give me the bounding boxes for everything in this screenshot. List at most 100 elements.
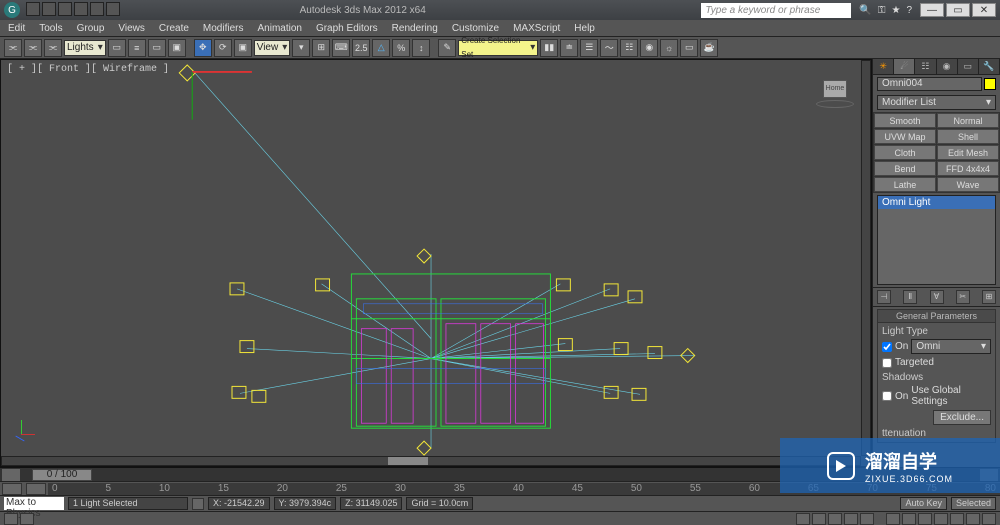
maxscript-listener[interactable]: Max to Physics — [4, 497, 64, 510]
mod-ffd[interactable]: FFD 4x4x4 — [937, 161, 999, 176]
tab-modify-icon[interactable]: ☄ — [894, 59, 915, 74]
select-by-name-icon[interactable]: ≡ — [128, 39, 146, 57]
align-icon[interactable]: ≐ — [560, 39, 578, 57]
qat-save-icon[interactable] — [58, 2, 72, 16]
restore-button[interactable]: ▭ — [946, 3, 970, 17]
pin-stack-icon[interactable]: ⊣ — [877, 290, 891, 304]
star-icon[interactable]: ★ — [891, 5, 900, 16]
curve-editor-icon[interactable]: 〜 — [600, 39, 618, 57]
mod-editmesh[interactable]: Edit Mesh — [937, 145, 999, 160]
viewport-scrollbar-h[interactable] — [1, 456, 861, 466]
render-setup-icon[interactable]: ☼ — [660, 39, 678, 57]
shadows-on-checkbox[interactable]: On Use Global Settings — [882, 385, 991, 407]
search-input[interactable]: Type a keyword or phrase — [701, 3, 851, 18]
rollout-header[interactable]: General Parameters — [878, 310, 995, 323]
mod-uvwmap[interactable]: UVW Map — [874, 129, 936, 144]
move-icon[interactable]: ✥ — [194, 39, 212, 57]
search-icon[interactable]: 🔍 — [859, 5, 871, 16]
snap-toggle-icon[interactable]: 2.5 — [352, 39, 370, 57]
menu-create[interactable]: Create — [159, 23, 189, 34]
tab-hierarchy-icon[interactable]: ☷ — [915, 59, 936, 74]
targeted-checkbox[interactable]: Targeted — [882, 357, 991, 368]
qat-open-icon[interactable] — [42, 2, 56, 16]
window-crossing-icon[interactable]: ▣ — [168, 39, 186, 57]
qat-more-icon[interactable] — [106, 2, 120, 16]
link-icon[interactable]: ⫘ — [4, 39, 22, 57]
menu-tools[interactable]: Tools — [39, 23, 62, 34]
scale-icon[interactable]: ▣ — [234, 39, 252, 57]
object-name-field[interactable]: Omni004 — [877, 77, 982, 91]
trackbar-filter-icon[interactable] — [26, 483, 46, 495]
mod-smooth[interactable]: Smooth — [874, 113, 936, 128]
app-logo-icon[interactable]: G — [4, 2, 20, 18]
selection-filter-combo[interactable]: Lights▾ — [64, 40, 106, 56]
stack-item-omni-light[interactable]: Omni Light — [878, 196, 995, 209]
layers-icon[interactable]: ☰ — [580, 39, 598, 57]
render-icon[interactable]: ☕ — [700, 39, 718, 57]
tab-create-icon[interactable]: ✳ — [873, 59, 894, 74]
remove-modifier-icon[interactable]: ✂ — [956, 290, 970, 304]
mod-shell[interactable]: Shell — [937, 129, 999, 144]
modifier-stack[interactable]: Omni Light — [877, 195, 996, 285]
qat-redo-icon[interactable] — [90, 2, 104, 16]
curve-editor-toggle-icon[interactable] — [2, 483, 22, 495]
minimize-button[interactable]: — — [920, 3, 944, 17]
rotate-icon[interactable]: ⟳ — [214, 39, 232, 57]
unlink-icon[interactable]: ⫘ — [24, 39, 42, 57]
menu-modifiers[interactable]: Modifiers — [203, 23, 244, 34]
key-icon[interactable]: ⚿ — [878, 5, 886, 16]
menu-views[interactable]: Views — [118, 23, 145, 34]
keyfilter-combo[interactable]: Selected — [951, 497, 996, 510]
menu-edit[interactable]: Edit — [8, 23, 25, 34]
material-editor-icon[interactable]: ◉ — [640, 39, 658, 57]
menu-animation[interactable]: Animation — [257, 23, 301, 34]
schematic-view-icon[interactable]: ☷ — [620, 39, 638, 57]
object-color-swatch[interactable] — [984, 78, 996, 90]
coord-z[interactable]: Z: 31149.025 — [340, 497, 402, 510]
tab-display-icon[interactable]: ▭ — [958, 59, 979, 74]
make-unique-icon[interactable]: ∀ — [930, 290, 944, 304]
mod-cloth[interactable]: Cloth — [874, 145, 936, 160]
render-frame-icon[interactable]: ▭ — [680, 39, 698, 57]
manipulate-icon[interactable]: ⊞ — [312, 39, 330, 57]
menu-customize[interactable]: Customize — [452, 23, 499, 34]
mod-bend[interactable]: Bend — [874, 161, 936, 176]
help-icon[interactable]: ? — [906, 5, 912, 16]
close-button[interactable]: ✕ — [972, 3, 996, 17]
qat-undo-icon[interactable] — [74, 2, 88, 16]
selection-lock-icon[interactable] — [192, 498, 204, 510]
mod-wave[interactable]: Wave — [937, 177, 999, 192]
menu-maxscript[interactable]: MAXScript — [513, 23, 560, 34]
viewport-scrollbar-v[interactable] — [861, 60, 871, 456]
modifier-list-combo[interactable]: Modifier List▾ — [877, 95, 996, 110]
bind-icon[interactable]: ⫘ — [44, 39, 62, 57]
tab-utilities-icon[interactable]: 🔧 — [979, 59, 1000, 74]
named-selection-edit-icon[interactable]: ✎ — [438, 39, 456, 57]
mod-lathe[interactable]: Lathe — [874, 177, 936, 192]
light-on-checkbox[interactable]: On — [882, 341, 908, 352]
coord-y[interactable]: Y: 3979.394c — [274, 497, 337, 510]
show-end-result-icon[interactable]: Ⅱ — [903, 290, 917, 304]
light-type-combo[interactable]: Omni▾ — [911, 339, 991, 354]
mirror-icon[interactable]: ▮▮ — [540, 39, 558, 57]
spinner-snap-icon[interactable]: ↕ — [412, 39, 430, 57]
configure-sets-icon[interactable]: ⊞ — [982, 290, 996, 304]
menu-rendering[interactable]: Rendering — [392, 23, 438, 34]
pivot-icon[interactable]: ▾ — [292, 39, 310, 57]
menu-graph-editors[interactable]: Graph Editors — [316, 23, 378, 34]
select-region-icon[interactable]: ▭ — [148, 39, 166, 57]
mod-normal[interactable]: Normal — [937, 113, 999, 128]
menu-group[interactable]: Group — [77, 23, 105, 34]
time-slider-thumb[interactable]: 0 / 100 — [32, 469, 92, 481]
coord-x[interactable]: X: -21542.29 — [208, 497, 270, 510]
timeslider-prev-icon[interactable] — [2, 469, 20, 481]
select-object-icon[interactable]: ▭ — [108, 39, 126, 57]
ref-coord-combo[interactable]: View▾ — [254, 40, 291, 56]
angle-snap-icon[interactable]: △ — [372, 39, 390, 57]
keyboard-shortcut-icon[interactable]: ⌨ — [332, 39, 350, 57]
qat-new-icon[interactable] — [26, 2, 40, 16]
menu-help[interactable]: Help — [574, 23, 595, 34]
exclude-button[interactable]: Exclude... — [933, 410, 991, 425]
named-selection-combo[interactable]: Create Selection Set▾ — [458, 40, 538, 56]
viewport-front[interactable]: [ + ][ Front ][ Wireframe ] Home — [0, 59, 872, 467]
